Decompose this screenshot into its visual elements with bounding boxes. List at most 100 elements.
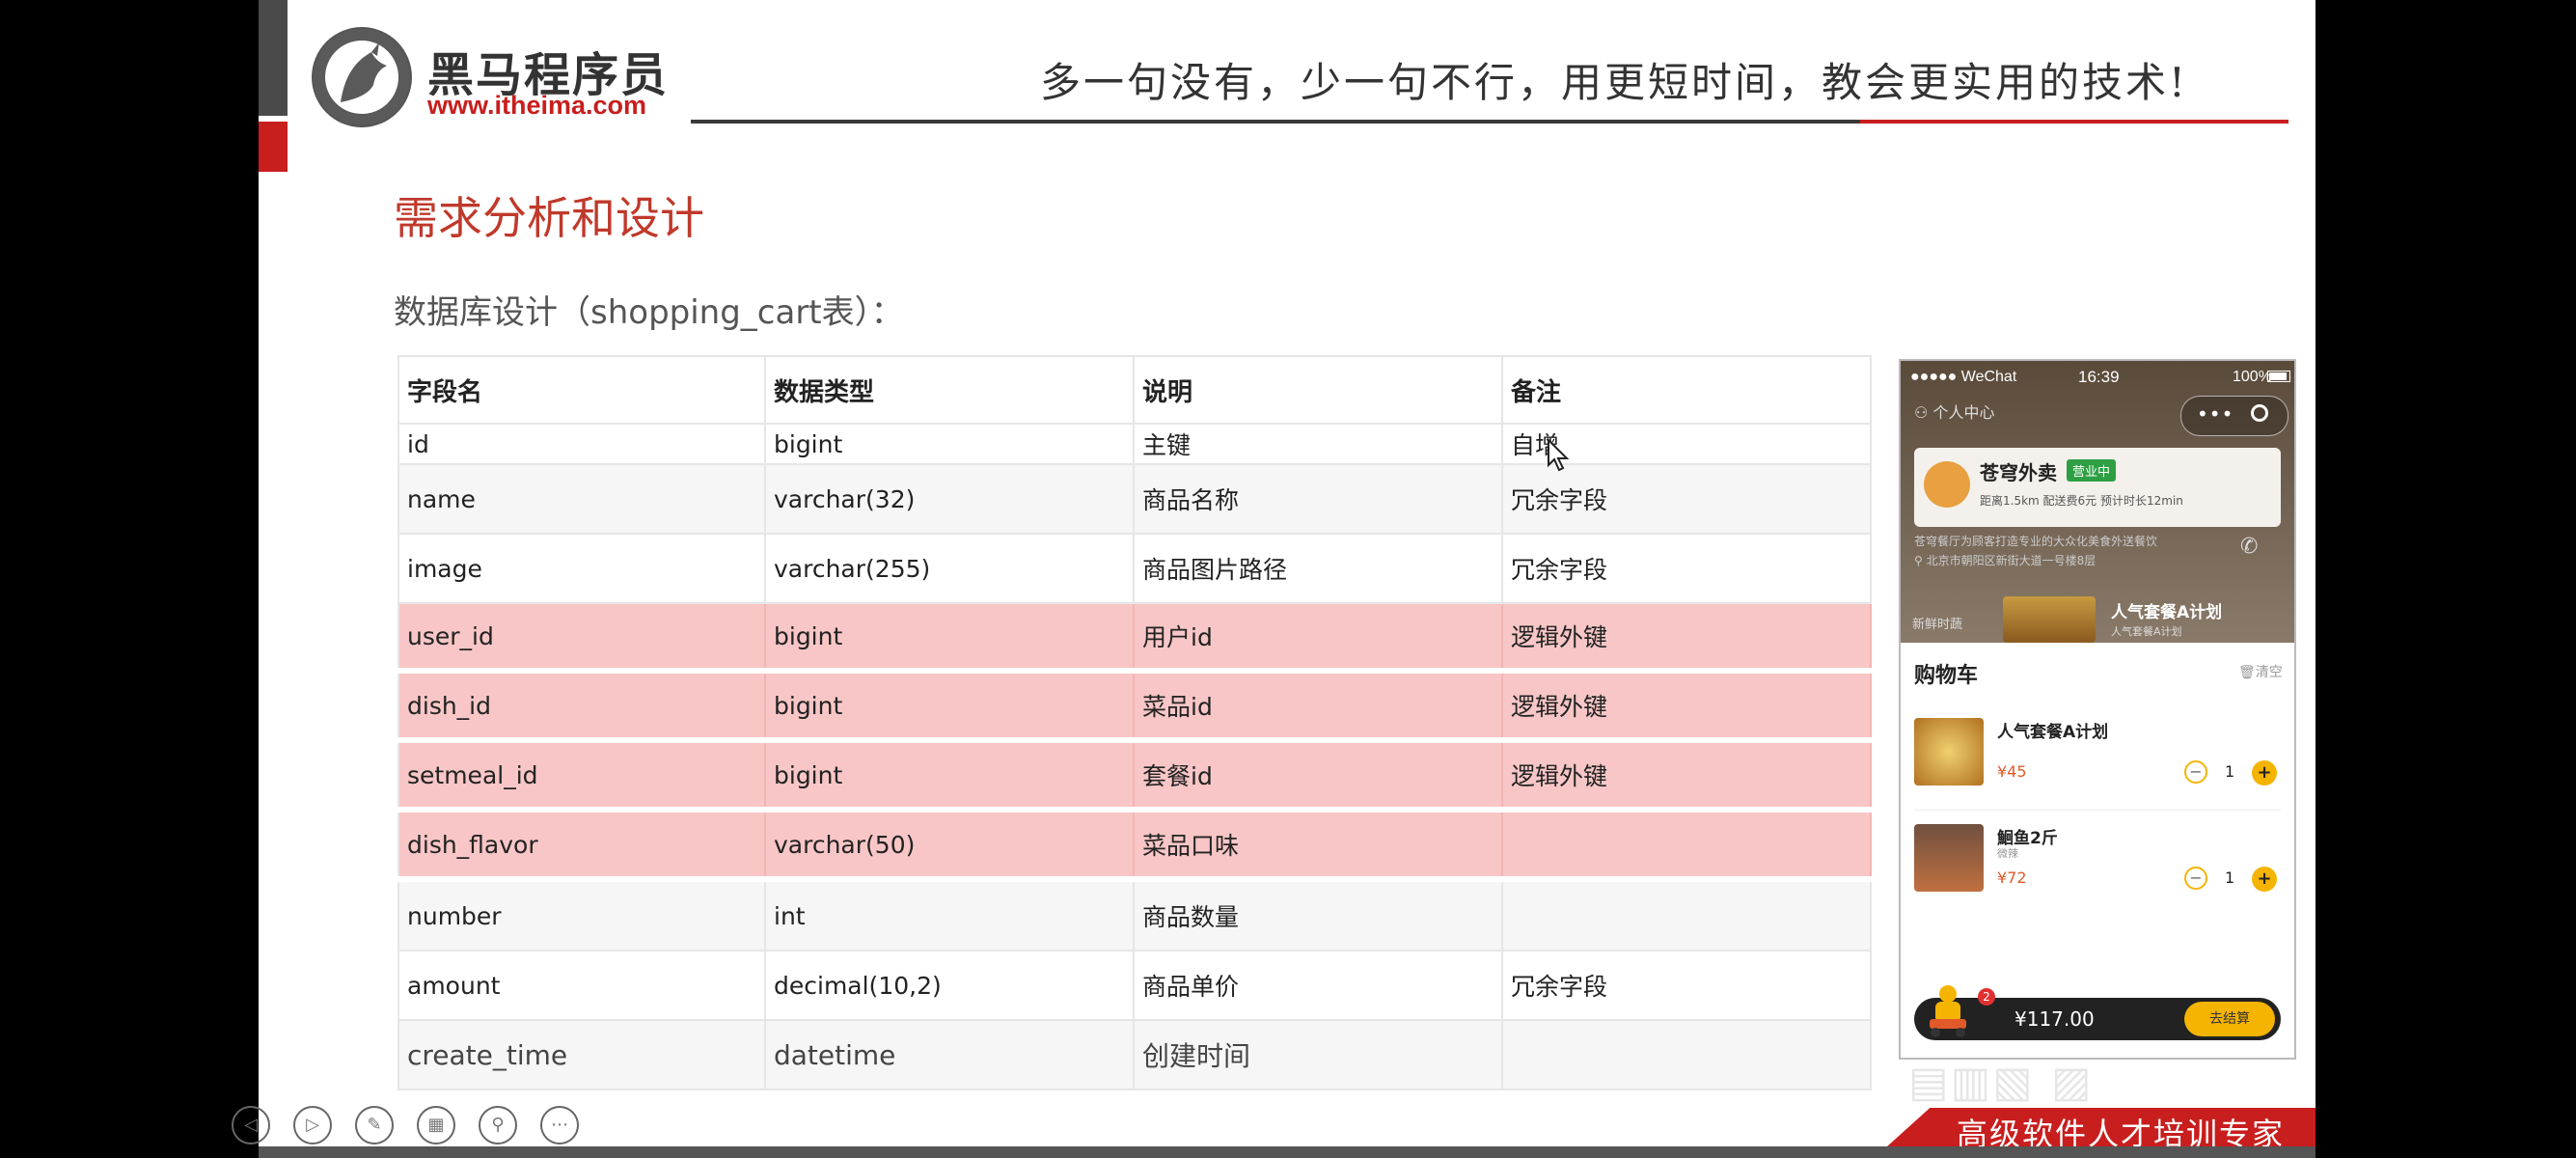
horse-logo-icon xyxy=(312,27,412,127)
table-cell: datetime xyxy=(766,1021,1135,1089)
category-label[interactable]: 新鲜时蔬 xyxy=(1912,614,1962,632)
footer-banner-text: 高级软件人才培训专家 xyxy=(1957,1116,2286,1146)
table-cell: user_id xyxy=(397,604,766,668)
table-cell: 菜品口味 xyxy=(1135,813,1503,876)
logo-url: www.itheima.com xyxy=(427,91,647,120)
cart-item-image xyxy=(1914,824,1984,892)
battery-icon xyxy=(2267,371,2290,382)
table-cell: bigint xyxy=(766,604,1135,668)
accent-bar-dark xyxy=(259,0,288,116)
phone-mockup: ●●●●● WeChat 16:39 100% ⚇ 个人中心 ••• 苍穹外卖 … xyxy=(1899,359,2296,1060)
table-cell: bigint xyxy=(766,425,1135,463)
decrease-quantity-button[interactable]: − xyxy=(2184,760,2207,784)
table-cell xyxy=(1503,882,1872,950)
phone-call-icon[interactable]: ✆ xyxy=(2240,535,2258,559)
table-cell: dish_flavor xyxy=(397,813,766,876)
table-cell: 创建时间 xyxy=(1135,1021,1503,1089)
location-pin-icon: ⚲ xyxy=(1914,554,1927,567)
pen-icon[interactable]: ✎ xyxy=(355,1106,394,1144)
table-row: name varchar(32) 商品名称 冗余字段 xyxy=(397,465,1872,535)
table-row-highlighted: dish_id bigint 菜品id 逻辑外键 xyxy=(397,674,1872,743)
accent-bar-red xyxy=(259,122,288,172)
table-cell: decimal(10,2) xyxy=(766,951,1135,1019)
slides-grid-icon[interactable]: ▦ xyxy=(417,1106,455,1144)
cart-count-badge: 2 xyxy=(1978,988,1995,1006)
shop-logo-icon xyxy=(1924,461,1970,508)
table-cell: amount xyxy=(397,951,766,1019)
table-cell: 商品图片路径 xyxy=(1135,535,1503,602)
status-battery-level: 100% xyxy=(2233,369,2272,385)
zoom-icon[interactable]: ⚲ xyxy=(479,1106,517,1144)
status-bar: ●●●●● WeChat 16:39 100% xyxy=(1901,361,2294,394)
table-cell: name xyxy=(397,465,766,533)
table-cell: 逻辑外键 xyxy=(1503,674,1872,737)
shop-name: 苍穹外卖 xyxy=(1980,461,2057,484)
increase-quantity-button[interactable]: + xyxy=(2252,760,2277,786)
shop-status-badge: 营业中 xyxy=(2067,459,2117,482)
table-cell: varchar(50) xyxy=(766,813,1135,876)
shop-meta: 距离1.5km 配送费6元 预计时长12min xyxy=(1980,494,2183,508)
header-cell: 备注 xyxy=(1503,357,1872,423)
slideshow-controls: ◁ ▷ ✎ ▦ ⚲ ⋯ xyxy=(232,1104,637,1148)
table-cell: 商品单价 xyxy=(1135,951,1503,1019)
miniprogram-capsule[interactable]: ••• xyxy=(2180,396,2288,436)
table-cell: 菜品id xyxy=(1135,674,1503,737)
table-cell: varchar(32) xyxy=(766,465,1135,533)
table-row: amount decimal(10,2) 商品单价 冗余字段 xyxy=(397,951,1872,1021)
cart-item-price: ¥72 xyxy=(1997,868,2027,887)
table-cell: 商品名称 xyxy=(1135,465,1503,533)
cart-clear-button[interactable]: 🗑清空 xyxy=(2238,662,2283,681)
shopping-cart-table: 字段名 数据类型 说明 备注 id bigint 主键 自增 name varc… xyxy=(397,355,1872,1090)
personal-center-label: 个人中心 xyxy=(1932,403,1995,422)
next-slide-icon[interactable]: ▷ xyxy=(293,1106,332,1144)
cart-item-quantity: 1 xyxy=(2225,868,2235,887)
increase-quantity-button[interactable]: + xyxy=(2252,867,2277,892)
slide-subtitle: 数据库设计（shopping_cart表）： xyxy=(394,293,904,332)
cart-item-flavor: 微辣 xyxy=(1997,847,2018,860)
cart-total: ¥117.00 xyxy=(2014,1007,2095,1031)
bottom-scroll-strip xyxy=(259,1146,2316,1158)
table-cell: image xyxy=(397,535,766,602)
more-options-icon[interactable]: ⋯ xyxy=(540,1106,579,1144)
table-cell: 用户id xyxy=(1135,604,1503,668)
shop-description: 苍穹餐厅为顾客打造专业的大众化美食外送餐饮 xyxy=(1914,535,2158,548)
table-row: id bigint 主键 自增 xyxy=(397,425,1872,465)
table-row-highlighted: dish_flavor varchar(50) 菜品口味 xyxy=(397,813,1872,882)
shop-address: ⚲ 北京市朝阳区新街大道一号楼8层 xyxy=(1914,552,2096,568)
status-carrier: ●●●●● WeChat xyxy=(1910,369,2017,385)
decrease-quantity-button[interactable]: − xyxy=(2184,867,2207,890)
table-row: create_time datetime 创建时间 xyxy=(397,1021,1872,1090)
cart-clear-label: 清空 xyxy=(2255,665,2283,680)
table-cell: 冗余字段 xyxy=(1503,535,1872,602)
header-cell: 说明 xyxy=(1135,357,1503,423)
more-icon[interactable]: ••• xyxy=(2197,402,2233,426)
cart-item-quantity: 1 xyxy=(2225,762,2235,781)
table-cell: bigint xyxy=(766,674,1135,737)
checkout-bar: 2 ¥117.00 去结算 xyxy=(1914,985,2281,1040)
personal-center-link[interactable]: ⚇ 个人中心 xyxy=(1914,400,1994,423)
table-cell: 主键 xyxy=(1135,425,1503,463)
user-icon: ⚇ xyxy=(1914,403,1933,422)
slide-title: 需求分析和设计 xyxy=(394,192,704,244)
cart-item: 鮰鱼2斤 微辣 ¥72 − 1 + xyxy=(1901,811,2294,917)
cart-item-name: 人气套餐A计划 xyxy=(1997,723,2109,742)
table-row-highlighted: user_id bigint 用户id 逻辑外键 xyxy=(397,604,1872,674)
table-cell: id xyxy=(397,425,766,463)
previous-slide-icon[interactable]: ◁ xyxy=(232,1106,270,1144)
table-cell: int xyxy=(766,882,1135,950)
table-cell: 逻辑外键 xyxy=(1503,743,1872,807)
close-miniprogram-icon[interactable] xyxy=(2251,404,2268,422)
table-row: number int 商品数量 xyxy=(397,882,1872,951)
courier-cart-icon[interactable] xyxy=(1922,980,1974,1038)
shop-header-background: ●●●●● WeChat 16:39 100% ⚇ 个人中心 ••• 苍穹外卖 … xyxy=(1901,361,2294,643)
header-cell: 字段名 xyxy=(397,357,766,423)
cart-item-price: ¥45 xyxy=(1997,762,2027,781)
table-cell xyxy=(1503,813,1872,876)
checkout-button[interactable]: 去结算 xyxy=(2184,1002,2275,1036)
table-cell xyxy=(1503,1021,1872,1089)
trash-icon: 🗑 xyxy=(2238,665,2256,680)
mouse-cursor-icon xyxy=(1548,438,1570,472)
table-cell: 冗余字段 xyxy=(1503,951,1872,1019)
table-cell: number xyxy=(397,882,766,950)
slogan: 多一句没有，少一句不行，用更短时间，教会更实用的技术! xyxy=(1040,59,2188,106)
